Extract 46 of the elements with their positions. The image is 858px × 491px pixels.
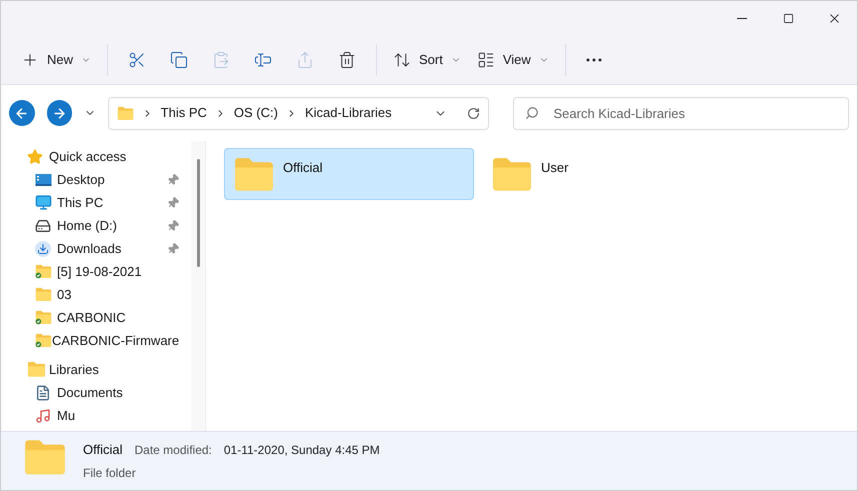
download-icon bbox=[35, 240, 51, 256]
drive-icon bbox=[35, 218, 51, 234]
sidebar-item[interactable]: [5] 19-08-2021 bbox=[1, 260, 191, 283]
folder-icon bbox=[23, 438, 67, 476]
breadcrumb[interactable]: This PC bbox=[160, 103, 207, 123]
view-button[interactable]: View bbox=[468, 42, 557, 78]
sidebar-item[interactable]: Documents bbox=[1, 381, 191, 404]
scrollbar-thumb[interactable] bbox=[196, 159, 200, 267]
arrow-right-icon bbox=[52, 106, 67, 120]
folder-icon bbox=[116, 106, 134, 120]
sidebar-item[interactable]: 03 bbox=[1, 283, 191, 306]
breadcrumb[interactable]: Kicad-Libraries bbox=[304, 103, 392, 123]
new-button[interactable]: New bbox=[13, 42, 100, 78]
back-button[interactable] bbox=[9, 100, 35, 126]
synced-folder-icon bbox=[35, 264, 52, 279]
monitor-icon bbox=[35, 194, 52, 211]
sort-button[interactable]: Sort bbox=[385, 42, 469, 78]
folder-icon bbox=[35, 287, 52, 302]
details-pane: Official Date modified: 01-11-2020, Sunday 4:45 PM File folder bbox=[1, 431, 857, 490]
sidebar-item[interactable]: Desktop bbox=[1, 168, 191, 191]
folder-icon bbox=[233, 156, 275, 192]
sidebar-item[interactable]: CARBONIC-Firmware bbox=[1, 329, 191, 352]
sidebar-item[interactable]: Home (D:) bbox=[1, 214, 191, 237]
search-icon bbox=[524, 106, 538, 120]
synced-folder-icon bbox=[35, 310, 52, 325]
music-icon bbox=[35, 408, 51, 424]
folder-item[interactable]: User bbox=[482, 148, 732, 200]
sidebar-item[interactable]: CARBONIC bbox=[1, 306, 191, 329]
sidebar-item[interactable]: Libraries bbox=[1, 358, 191, 381]
forward-button[interactable] bbox=[46, 100, 72, 126]
sidebar-item[interactable]: Downloads bbox=[1, 237, 191, 260]
desktop-icon bbox=[35, 172, 52, 186]
search-field[interactable]: Search Kicad-Libraries bbox=[512, 96, 850, 130]
sidebar-item[interactable]: Quick access bbox=[1, 145, 191, 168]
folder-icon bbox=[491, 156, 533, 192]
breadcrumb[interactable]: OS (C:) bbox=[234, 103, 278, 123]
star-icon bbox=[27, 148, 43, 164]
sidebar-item[interactable]: Mu bbox=[1, 404, 191, 427]
folder-item[interactable]: Official bbox=[224, 148, 474, 200]
synced-folder-icon bbox=[35, 333, 52, 348]
address-bar[interactable]: This PC OS (C:) Kicad-Libraries bbox=[108, 96, 489, 130]
library-folder-icon bbox=[27, 361, 46, 378]
refresh-icon[interactable] bbox=[466, 106, 480, 120]
document-icon bbox=[35, 384, 51, 400]
sidebar-item[interactable]: This PC bbox=[1, 191, 191, 214]
maximize-icon bbox=[782, 12, 794, 24]
